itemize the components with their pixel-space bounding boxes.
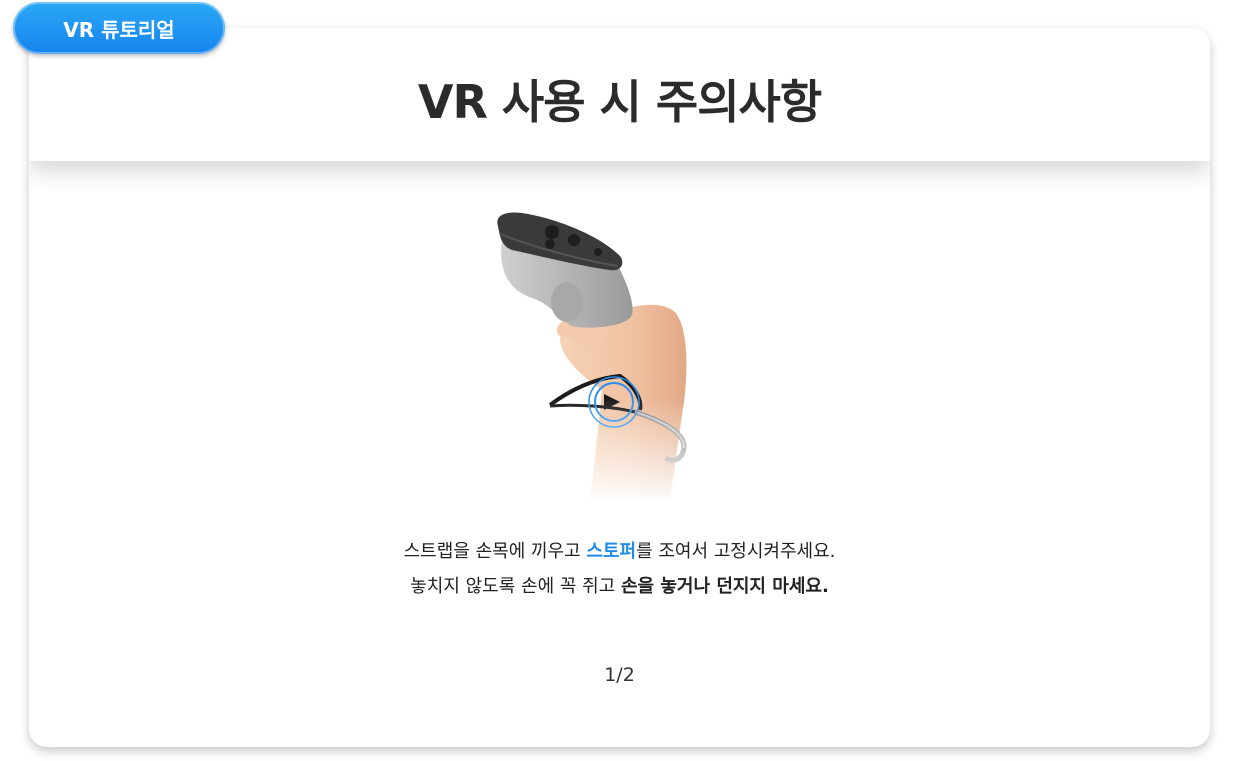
instruction-line-2: 놓치지 않도록 손에 꼭 쥐고 손을 놓거나 던지지 마세요. [0,572,1239,598]
tutorial-badge: VR 튜토리얼 [13,2,225,54]
stopper-highlight: 스토퍼 [586,541,637,562]
vr-controller-strap-icon [470,200,730,505]
warning-emphasis: 손을 놓거나 던지지 마세요. [620,576,829,597]
page-indicator: 1/2 [604,664,635,686]
instruction-line-1-text: 스트랩을 손목에 끼우고 [403,541,587,562]
instruction-line-1-text-end: 를 조여서 고정시켜주세요. [636,541,836,562]
page-title: VR 사용 시 주의사항 [417,75,822,129]
instruction-line-2-text: 놓치지 않도록 손에 꼭 쥐고 [410,576,621,597]
instruction-line-1: 스트랩을 손목에 끼우고 스토퍼를 조여서 고정시켜주세요. [0,537,1239,563]
tutorial-badge-label: VR 튜토리얼 [63,17,175,42]
